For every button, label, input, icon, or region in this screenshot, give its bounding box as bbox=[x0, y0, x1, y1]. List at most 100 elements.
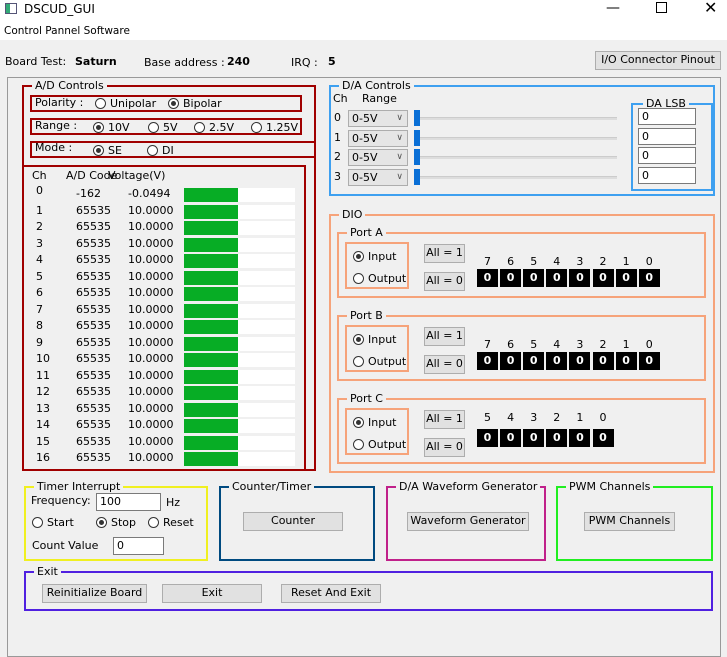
da-lsb-input[interactable]: 0 bbox=[638, 147, 696, 165]
cell-ch: 8 bbox=[36, 319, 43, 332]
bit-value[interactable]: 0 bbox=[615, 269, 637, 287]
bit-value[interactable]: 0 bbox=[477, 429, 498, 447]
level-bar-fill bbox=[184, 353, 239, 367]
da-slider-handle[interactable] bbox=[414, 169, 420, 186]
bit-label: 1 bbox=[622, 255, 630, 268]
timer-start-radio[interactable]: Start bbox=[32, 516, 74, 529]
range-1.25v-radio[interactable]: 1.25V bbox=[251, 121, 298, 134]
table-row: 13 65535 10.0000 bbox=[24, 402, 304, 418]
bit-label: 2 bbox=[599, 255, 607, 268]
all-1-button[interactable]: All = 1 bbox=[424, 327, 465, 346]
cell-ad-code: 65535 bbox=[76, 319, 111, 332]
pwm-channels-button[interactable]: PWM Channels bbox=[584, 512, 675, 531]
all-0-button[interactable]: All = 0 bbox=[424, 438, 465, 457]
da-slider-handle[interactable] bbox=[414, 129, 420, 146]
polarity-bipolar-radio[interactable]: Bipolar bbox=[168, 97, 222, 110]
bit-label: 0 bbox=[645, 255, 653, 268]
bit-value[interactable]: 0 bbox=[500, 429, 522, 447]
dio-title: DIO bbox=[339, 208, 366, 221]
exit-button[interactable]: Exit bbox=[162, 584, 262, 603]
bit-value[interactable]: 0 bbox=[500, 269, 522, 287]
mode-di-radio[interactable]: DI bbox=[147, 144, 174, 157]
range-10v-radio[interactable]: 10V bbox=[93, 121, 130, 134]
level-bar-fill bbox=[184, 237, 239, 252]
bit-label: 0 bbox=[599, 411, 607, 424]
table-row: 4 65535 10.0000 bbox=[24, 253, 304, 269]
port-output-radio[interactable]: Output bbox=[353, 438, 406, 451]
bit-value[interactable]: 0 bbox=[500, 352, 522, 370]
chevron-down-icon: ∨ bbox=[396, 172, 403, 183]
window-title: DSCUD_GUI bbox=[24, 2, 95, 16]
polarity-unipolar-radio[interactable]: Unipolar bbox=[95, 97, 156, 110]
cell-ad-code: 65535 bbox=[76, 203, 111, 217]
bit-value[interactable]: 0 bbox=[592, 429, 614, 447]
port-input-radio[interactable]: Input bbox=[353, 250, 396, 263]
bit-value[interactable]: 0 bbox=[638, 352, 660, 370]
waveform-generator-button[interactable]: Waveform Generator bbox=[407, 512, 529, 531]
port-input-radio[interactable]: Input bbox=[353, 416, 396, 429]
bit-value[interactable]: 0 bbox=[477, 269, 498, 287]
maximize-icon[interactable] bbox=[656, 2, 667, 13]
all-1-button[interactable]: All = 1 bbox=[424, 410, 465, 429]
all-0-button[interactable]: All = 0 bbox=[424, 272, 465, 291]
timer-title: Timer Interrupt bbox=[34, 480, 124, 493]
da-lsb-input[interactable]: 0 bbox=[638, 108, 696, 125]
combo-value: 0-5V bbox=[352, 131, 378, 145]
da-range-header: Range bbox=[362, 92, 397, 105]
minimize-icon[interactable]: — bbox=[606, 0, 620, 16]
da-slider-track[interactable] bbox=[414, 176, 617, 180]
bit-value[interactable]: 0 bbox=[546, 269, 568, 287]
bit-value[interactable]: 0 bbox=[592, 269, 614, 287]
bit-value[interactable]: 0 bbox=[546, 429, 568, 447]
menu-item-control-panel[interactable]: Control Pannel Software bbox=[4, 25, 130, 37]
bit-value[interactable]: 0 bbox=[477, 352, 498, 370]
ad-controls-title: A/D Controls bbox=[32, 79, 107, 92]
da-range-select[interactable]: 0-5V ∨ bbox=[348, 169, 408, 187]
close-icon[interactable]: ✕ bbox=[704, 0, 717, 17]
cell-voltage: 10.0000 bbox=[128, 319, 174, 332]
bit-value[interactable]: 0 bbox=[569, 269, 591, 287]
da-range-select[interactable]: 0-5V ∨ bbox=[348, 149, 408, 167]
bit-value[interactable]: 0 bbox=[523, 429, 545, 447]
bit-value[interactable]: 0 bbox=[615, 352, 637, 370]
all-0-button[interactable]: All = 0 bbox=[424, 355, 465, 374]
bit-value[interactable]: 0 bbox=[638, 269, 660, 287]
all-1-button[interactable]: All = 1 bbox=[424, 244, 465, 263]
da-slider-track[interactable] bbox=[414, 156, 617, 160]
reset-and-exit-button[interactable]: Reset And Exit bbox=[281, 584, 381, 603]
timer-reset-radio[interactable]: Reset bbox=[148, 516, 194, 529]
da-slider-handle[interactable] bbox=[414, 149, 420, 166]
bit-value[interactable]: 0 bbox=[592, 352, 614, 370]
cell-ad-code: 65535 bbox=[76, 451, 111, 464]
counter-button[interactable]: Counter bbox=[243, 512, 343, 531]
port-output-radio[interactable]: Output bbox=[353, 355, 406, 368]
range-2.5v-radio[interactable]: 2.5V bbox=[194, 121, 234, 134]
da-lsb-input[interactable]: 0 bbox=[638, 167, 696, 185]
bit-value[interactable]: 0 bbox=[523, 352, 545, 370]
da-range-select[interactable]: 0-5V ∨ bbox=[348, 129, 408, 147]
da-slider-track[interactable] bbox=[414, 117, 617, 120]
bit-value[interactable]: 0 bbox=[569, 429, 591, 447]
port-output-radio[interactable]: Output bbox=[353, 272, 406, 285]
radio-icon bbox=[93, 122, 104, 133]
table-row: 2 65535 10.0000 bbox=[24, 220, 304, 236]
bit-value[interactable]: 0 bbox=[546, 352, 568, 370]
bit-value[interactable]: 0 bbox=[523, 269, 545, 287]
count-value-input[interactable]: 0 bbox=[113, 537, 164, 555]
da-slider-handle[interactable] bbox=[414, 110, 420, 126]
timer-stop-radio[interactable]: Stop bbox=[96, 516, 136, 529]
io-connector-pinout-button[interactable]: I/O Connector Pinout bbox=[595, 51, 721, 70]
cell-ad-code: 65535 bbox=[76, 220, 111, 233]
range-5v-radio[interactable]: 5V bbox=[148, 121, 178, 134]
bit-value[interactable]: 0 bbox=[569, 352, 591, 370]
mode-se-radio[interactable]: SE bbox=[93, 144, 122, 157]
polarity-label: Polarity : bbox=[35, 96, 84, 109]
cell-voltage: 10.0000 bbox=[128, 335, 174, 349]
da-range-select[interactable]: 0-5V ∨ bbox=[348, 110, 408, 127]
waveform-title: D/A Waveform Generator bbox=[396, 480, 541, 493]
da-slider-track[interactable] bbox=[414, 136, 617, 140]
frequency-input[interactable]: 100 bbox=[96, 493, 161, 511]
port-input-radio[interactable]: Input bbox=[353, 333, 396, 346]
da-lsb-input[interactable]: 0 bbox=[638, 127, 696, 145]
reinitialize-board-button[interactable]: Reinitialize Board bbox=[42, 584, 147, 603]
